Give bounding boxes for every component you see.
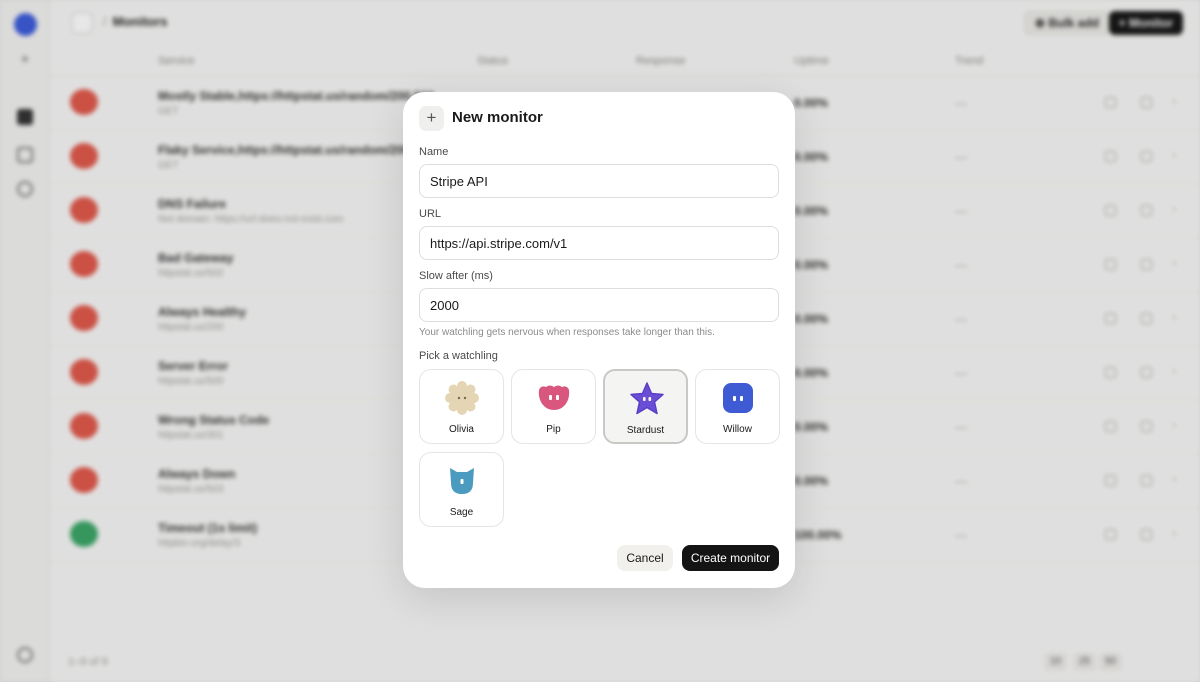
url-input[interactable] bbox=[419, 226, 779, 260]
slow-after-hint: Your watchling gets nervous when respons… bbox=[419, 327, 715, 338]
create-monitor-button[interactable]: Create monitor bbox=[682, 545, 779, 571]
watchling-stardust[interactable]: Stardust bbox=[603, 369, 688, 444]
pip-blob-icon bbox=[538, 385, 570, 410]
slow-after-input[interactable] bbox=[419, 288, 779, 322]
watchling-name: Willow bbox=[723, 424, 752, 435]
pick-watchling-label: Pick a watchling bbox=[419, 350, 498, 362]
watchling-name: Olivia bbox=[448, 424, 474, 435]
url-label: URL bbox=[419, 208, 442, 220]
new-monitor-dialog: + New monitor Name URL Slow after (ms) Y… bbox=[403, 92, 795, 588]
willow-cube-icon bbox=[723, 383, 753, 413]
olivia-flower-icon bbox=[445, 381, 479, 415]
dialog-title: New monitor bbox=[452, 109, 543, 126]
watchling-name: Stardust bbox=[626, 425, 665, 436]
watchling-name: Pip bbox=[546, 424, 561, 435]
slow-after-label: Slow after (ms) bbox=[419, 270, 493, 282]
name-label: Name bbox=[419, 146, 449, 158]
watchling-pip[interactable]: Pip bbox=[511, 369, 596, 444]
stardust-star-icon bbox=[630, 382, 664, 415]
watchling-olivia[interactable]: Olivia bbox=[419, 369, 504, 444]
watchling-name: Sage bbox=[449, 507, 474, 518]
watchling-willow[interactable]: Willow bbox=[695, 369, 780, 444]
cancel-button[interactable]: Cancel bbox=[617, 545, 673, 571]
watchling-sage[interactable]: Sage bbox=[419, 452, 504, 527]
name-input[interactable] bbox=[419, 164, 779, 198]
plus-icon: + bbox=[419, 106, 444, 131]
sage-cat-icon bbox=[450, 468, 474, 494]
